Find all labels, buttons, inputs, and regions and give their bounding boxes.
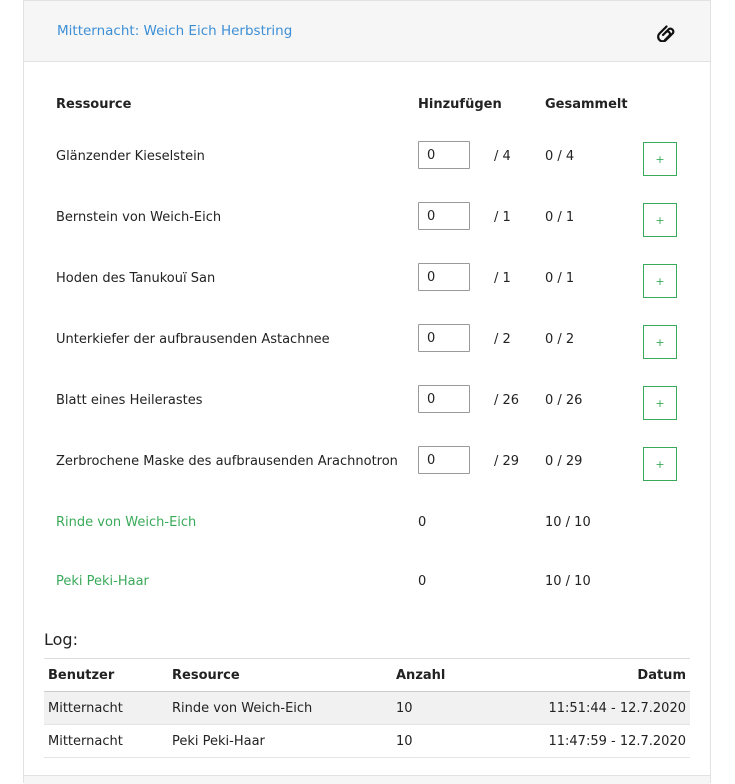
- resource-name: Blatt eines Heilerastes: [56, 393, 203, 408]
- completed-resource-row: Peki Peki-Haar 0 10 / 10: [24, 565, 710, 605]
- log-resource: Peki Peki-Haar: [168, 724, 392, 758]
- log-header-date: Datum: [516, 658, 690, 692]
- resource-max: / 1: [494, 210, 511, 225]
- resource-row: Bernstein von Weich-Eich / 1 0 / 1 +: [24, 201, 710, 241]
- quantity-input[interactable]: [418, 263, 470, 291]
- paperclip-icon[interactable]: [656, 22, 676, 42]
- log-user: Mitternacht: [44, 724, 168, 758]
- log-header-row: Benutzer Resource Anzahl Datum: [44, 658, 690, 692]
- log-table: Benutzer Resource Anzahl Datum Mitternac…: [44, 658, 690, 758]
- column-header-resource: Ressource: [56, 97, 132, 112]
- resource-collected: 10 / 10: [545, 515, 591, 530]
- quantity-input[interactable]: [418, 324, 470, 352]
- resource-collected: 0 / 26: [545, 393, 583, 408]
- log-header-resource: Resource: [168, 658, 392, 692]
- resource-row: Unterkiefer der aufbrausenden Astachnee …: [24, 323, 710, 363]
- resource-row: Blatt eines Heilerastes / 26 0 / 26 +: [24, 384, 710, 424]
- log-count: 10: [392, 691, 516, 725]
- completed-resource-row: Rinde von Weich-Eich 0 10 / 10: [24, 506, 710, 546]
- add-button[interactable]: +: [643, 203, 677, 237]
- resource-name: Glänzender Kieselstein: [56, 149, 205, 164]
- add-button[interactable]: +: [643, 142, 677, 176]
- resource-max: / 4: [494, 149, 511, 164]
- resource-collected: 0 / 2: [545, 332, 575, 347]
- quantity-input[interactable]: [418, 202, 470, 230]
- resource-name: Unterkiefer der aufbrausenden Astachnee: [56, 332, 330, 347]
- resource-max: / 26: [494, 393, 520, 408]
- panel-title-link[interactable]: Mitternacht: Weich Eich Herbstring: [57, 23, 292, 39]
- log-count: 10: [392, 724, 516, 758]
- resource-row: Zerbrochene Maske des aufbrausenden Arac…: [24, 445, 710, 485]
- log-header-user: Benutzer: [44, 658, 168, 692]
- resource-add-value: 0: [418, 515, 427, 530]
- resource-collected: 10 / 10: [545, 574, 591, 589]
- panel-header: Mitternacht: Weich Eich Herbstring: [24, 0, 710, 62]
- column-header-collected: Gesammelt: [545, 97, 628, 112]
- column-header-add: Hinzufügen: [418, 97, 502, 112]
- quantity-input[interactable]: [418, 141, 470, 169]
- log-user: Mitternacht: [44, 691, 168, 725]
- resource-name: Zerbrochene Maske des aufbrausenden Arac…: [56, 454, 398, 469]
- log-resource: Rinde von Weich-Eich: [168, 691, 392, 725]
- log-row: Mitternacht Rinde von Weich-Eich 10 11:5…: [44, 691, 690, 725]
- resource-row: Hoden des Tanukouï San / 1 0 / 1 +: [24, 262, 710, 302]
- log-title: Log:: [44, 630, 78, 649]
- add-button[interactable]: +: [643, 264, 677, 298]
- add-button[interactable]: +: [643, 447, 677, 481]
- resource-name: Bernstein von Weich-Eich: [56, 210, 222, 225]
- quest-panel: Mitternacht: Weich Eich Herbstring Resso…: [23, 0, 711, 784]
- resource-collected: 0 / 4: [545, 149, 575, 164]
- resource-max: / 29: [494, 454, 520, 469]
- log-header-count: Anzahl: [392, 658, 516, 692]
- resource-add-value: 0: [418, 574, 427, 589]
- add-button[interactable]: +: [643, 386, 677, 420]
- log-date: 11:51:44 - 12.7.2020: [516, 691, 690, 725]
- log-date: 11:47:59 - 12.7.2020: [516, 724, 690, 758]
- resource-collected: 0 / 1: [545, 210, 575, 225]
- add-button[interactable]: +: [643, 325, 677, 359]
- quantity-input[interactable]: [418, 446, 470, 474]
- resource-name: Peki Peki-Haar: [56, 574, 149, 589]
- resource-collected: 0 / 1: [545, 271, 575, 286]
- resource-collected: 0 / 29: [545, 454, 583, 469]
- resource-max: / 2: [494, 332, 511, 347]
- resource-max: / 1: [494, 271, 511, 286]
- resource-row: Glänzender Kieselstein / 4 0 / 4 +: [24, 140, 710, 180]
- log-row: Mitternacht Peki Peki-Haar 10 11:47:59 -…: [44, 724, 690, 758]
- resource-name: Rinde von Weich-Eich: [56, 515, 197, 530]
- quantity-input[interactable]: [418, 385, 470, 413]
- resource-name: Hoden des Tanukouï San: [56, 271, 216, 286]
